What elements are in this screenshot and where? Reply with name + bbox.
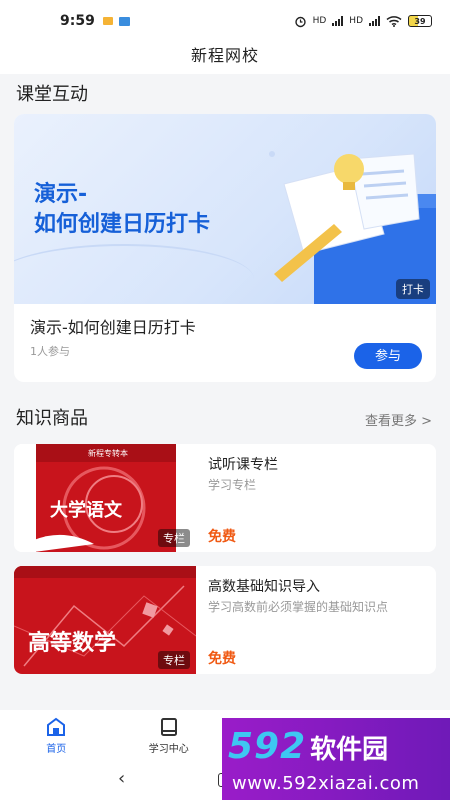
banner-line-2: 如何创建日历打卡 xyxy=(34,212,211,237)
product-title[interactable]: 试听课专栏 xyxy=(208,454,278,474)
status-right: HD HD 39 xyxy=(294,15,432,28)
course-title[interactable]: 演示-如何创建日历打卡 xyxy=(30,314,196,338)
course-banner[interactable]: 演示- 如何创建日历打卡 打卡 xyxy=(14,114,436,304)
tab-label: 学习中心 xyxy=(148,743,189,755)
tab-learning-center[interactable]: 学习中心 xyxy=(113,710,226,760)
section-title-classroom: 课堂互动 xyxy=(16,84,88,105)
notification-icons xyxy=(102,16,130,26)
status-bar: 9:59 HD HD 39 xyxy=(0,0,450,42)
book-illustration-icon xyxy=(269,151,436,304)
product-thumbnail[interactable]: 高等数学 专栏 xyxy=(14,566,196,674)
section-title-knowledge: 知识商品 xyxy=(16,408,88,429)
notification-icon xyxy=(102,17,113,25)
product-price: 免费 xyxy=(208,529,236,545)
product-subtitle: 学习高数前必须掌握的基础知识点 xyxy=(208,600,389,614)
product-subtitle: 学习专栏 xyxy=(208,478,257,492)
signal-label-2: HD xyxy=(349,16,363,26)
app-notification-icon xyxy=(118,16,130,26)
watermark-url: www.592xiazai.com xyxy=(232,773,420,794)
tab-home[interactable]: 首页 xyxy=(0,710,113,760)
signal-label-1: HD xyxy=(312,16,327,26)
battery-icon: 39 xyxy=(408,15,432,27)
watermark-logo: 592 软件园 www.592xiazai.com xyxy=(222,718,450,800)
book-icon xyxy=(160,717,177,736)
back-icon[interactable]: ‹ xyxy=(118,768,125,789)
main-content[interactable]: 课堂互动 演示- 如何创建日历打卡 打卡 演示-如何创建日历打卡 1人参与 参与… xyxy=(0,74,450,710)
banner-tag: 打卡 xyxy=(396,279,430,299)
product-card[interactable]: 大学语文 新程专转本 专栏 试听课专栏 学习专栏 免费 xyxy=(14,444,436,552)
tab-label: 首页 xyxy=(46,743,67,755)
alarm-icon xyxy=(294,16,306,27)
watermark-name: 软件园 xyxy=(310,735,389,765)
cover-title: 高等数学 xyxy=(28,630,116,656)
product-title[interactable]: 高数基础知识导入 xyxy=(208,576,320,596)
cover-title: 大学语文 xyxy=(50,499,123,521)
watermark-number: 592 xyxy=(228,726,307,767)
view-more-link[interactable]: 查看更多 > xyxy=(365,410,432,429)
cover-header: 新程专转本 xyxy=(88,448,128,458)
product-card[interactable]: 高等数学 专栏 高数基础知识导入 学习高数前必须掌握的基础知识点 免费 xyxy=(14,566,436,674)
participant-count: 1人参与 xyxy=(30,345,70,358)
banner-line-1: 演示- xyxy=(34,182,88,207)
signal-icon xyxy=(332,16,344,26)
home-icon xyxy=(47,717,66,736)
signal-icon-2 xyxy=(369,16,380,26)
banner-wave-decoration xyxy=(14,244,254,304)
page-title: 新程网校 xyxy=(0,42,450,74)
thumbnail-tag: 专栏 xyxy=(158,651,190,669)
thumbnail-tag: 专栏 xyxy=(158,529,190,547)
status-time: 9:59 xyxy=(60,13,95,29)
wifi-icon xyxy=(386,16,402,27)
join-button[interactable]: 参与 xyxy=(354,343,422,369)
product-price: 免费 xyxy=(208,651,236,667)
product-thumbnail[interactable]: 大学语文 新程专转本 专栏 xyxy=(14,444,196,552)
course-card[interactable]: 演示- 如何创建日历打卡 打卡 演示-如何创建日历打卡 1人参与 参与 xyxy=(14,114,436,382)
